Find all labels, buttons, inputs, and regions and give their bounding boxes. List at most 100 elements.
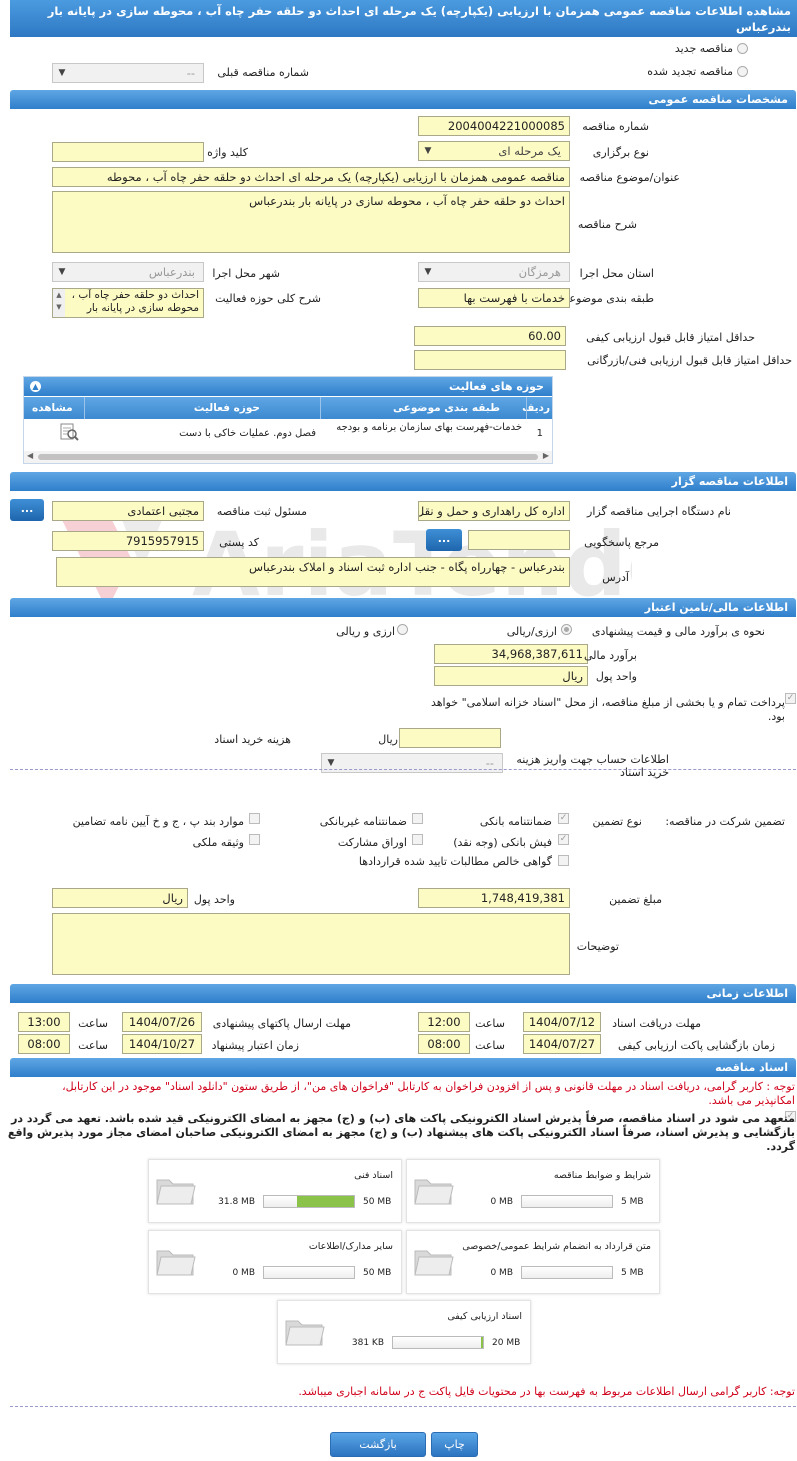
file-card-other[interactable]: سایر مدارک/اطلاعات 50 MB 0 MB: [148, 1230, 402, 1294]
nonbank-checkbox[interactable]: [412, 813, 423, 824]
desc-field[interactable]: احداث دو حلقه حفر چاه آب ، محوطه سازی در…: [52, 191, 570, 253]
doc-cost-unit: ریال: [378, 733, 398, 746]
keyword-label: کلید واژه: [207, 146, 248, 159]
bank-checkbox[interactable]: ✓: [558, 813, 569, 824]
view-icon[interactable]: [58, 422, 80, 442]
section-documents: اسناد مناقصه: [10, 1058, 796, 1077]
city-select[interactable]: بندرعباس ▼: [52, 262, 204, 282]
type-select[interactable]: یک مرحله ای ▼: [418, 141, 570, 161]
radio-renewed-tender[interactable]: [737, 66, 748, 77]
table-scrollbar[interactable]: ◀ ▶: [24, 451, 552, 463]
cash-checkbox[interactable]: ✓: [558, 834, 569, 845]
guarantee-label: تضمین شرکت در مناقصه:: [665, 815, 785, 828]
treasury-checkbox[interactable]: ✓: [785, 693, 796, 704]
folder-icon: [156, 1179, 196, 1205]
time-label: ساعت: [78, 1017, 108, 1030]
validity-time[interactable]: 08:00: [18, 1034, 70, 1054]
file-card-terms[interactable]: شرایط و ضوابط مناقصه 5 MB 0 MB: [406, 1159, 660, 1223]
progress-bar: [521, 1266, 613, 1279]
guarantee-unit-label: واحد پول: [193, 893, 235, 906]
file-card-quality[interactable]: اسناد ارزیابی کیفی 20 MB 381 KB: [277, 1300, 531, 1364]
guarantee-unit-field[interactable]: ریال: [52, 888, 188, 908]
category-field[interactable]: خدمات با فهرست بها: [418, 288, 570, 308]
cert-label: گواهی خالص مطالبات تایید شده قراردادها: [358, 855, 552, 868]
min-quality-label: حداقل امتیاز قابل قبول ارزیابی کیفی: [586, 331, 755, 344]
doc-deadline-label: مهلت دریافت اسناد: [612, 1017, 701, 1030]
min-tech-label: حداقل امتیاز قابل قبول ارزیابی فنی/بازرگ…: [587, 354, 792, 367]
nonbank-label: ضمانتنامه غیربانکی: [319, 815, 407, 828]
guarantee-type-label: نوع تضمین: [592, 815, 642, 828]
resp-select-button[interactable]: ...: [10, 499, 44, 521]
back-button[interactable]: بازگشت: [330, 1432, 426, 1457]
guarantee-amount-label: مبلغ تضمین: [609, 893, 662, 906]
prev-number-select[interactable]: -- ▼: [52, 63, 204, 83]
chevron-down-icon: ▼: [424, 267, 432, 277]
open-label: زمان بازگشایی پاکت ارزیابی کیفی: [617, 1039, 775, 1052]
ref-label: مرجع پاسخگویی: [584, 536, 659, 549]
items-label: موارد بند پ ، ج و خ آیین نامه تضامین: [72, 815, 244, 828]
section-general: مشخصات مناقصه عمومی: [10, 90, 796, 109]
keyword-field[interactable]: [52, 142, 204, 162]
folder-icon: [285, 1320, 325, 1346]
validity-date[interactable]: 1404/10/27: [122, 1034, 202, 1054]
cert-checkbox[interactable]: [558, 855, 569, 866]
org-field[interactable]: اداره کل راهداری و حمل و نقل: [418, 501, 570, 521]
open-time[interactable]: 08:00: [418, 1034, 470, 1054]
radio-currency-and-rial-label: ارزی و ریالی: [336, 625, 395, 638]
scope-field[interactable]: احداث دو حلقه حفر چاه آب ، محوطه سازی در…: [52, 288, 204, 318]
address-field[interactable]: بندرعباس - چهارراه پگاه - جنب اداره ثبت …: [56, 557, 570, 587]
bonds-checkbox[interactable]: [412, 834, 423, 845]
radio-new-tender[interactable]: [737, 43, 748, 54]
desc-label: شرح مناقصه: [577, 218, 637, 231]
subject-field[interactable]: مناقصه عمومی همزمان با ارزیابی (یکپارچه)…: [52, 167, 570, 187]
scope-label: شرح کلی حوزه فعالیت: [215, 292, 321, 305]
radio-currency-rial[interactable]: [561, 624, 572, 635]
property-checkbox[interactable]: [249, 834, 260, 845]
divider: [10, 1406, 796, 1407]
print-button[interactable]: چاپ: [431, 1432, 478, 1457]
progress-bar: [521, 1195, 613, 1208]
row-category: خدمات-فهرست بهای سازمان برنامه و بودجه: [336, 422, 522, 433]
estimate-field[interactable]: 34,968,387,611: [434, 644, 588, 664]
scrollbar[interactable]: ▲ ▼: [53, 289, 65, 317]
table-row: 1 خدمات-فهرست بهای سازمان برنامه و بودجه…: [24, 419, 552, 447]
address-label: آدرس: [602, 571, 629, 584]
file-card-technical[interactable]: اسناد فنی 50 MB 31.8 MB: [148, 1159, 402, 1223]
doc-deadline-time[interactable]: 12:00: [418, 1012, 470, 1032]
radio-currency-and-rial[interactable]: [397, 624, 408, 635]
ref-select-button[interactable]: ...: [426, 529, 462, 551]
min-tech-field[interactable]: [414, 350, 566, 370]
footer-notice: توجه: کاربر گرامی ارسال اطلاعات مربوط به…: [298, 1385, 795, 1398]
progress-bar: [392, 1336, 484, 1349]
account-select[interactable]: -- ▼: [321, 753, 503, 773]
category-label: طبقه بندی موضوعی: [560, 292, 654, 305]
validity-label: زمان اعتبار پیشنهاد: [211, 1039, 299, 1052]
open-date[interactable]: 1404/07/27: [523, 1034, 601, 1054]
activity-header: حوزه های فعالیت: [24, 377, 552, 396]
province-select[interactable]: هرمزگان ▼: [418, 262, 570, 282]
resp-field[interactable]: مجتبی اعتمادی: [52, 501, 204, 521]
collapse-icon[interactable]: ▲: [30, 381, 41, 392]
send-deadline-date[interactable]: 1404/07/26: [122, 1012, 202, 1032]
file-card-contract[interactable]: متن قرارداد به انضمام شرایط عمومی/خصوصی …: [406, 1230, 660, 1294]
guarantee-amount-field[interactable]: 1,748,419,381: [418, 888, 570, 908]
section-organizer: اطلاعات مناقصه گزار: [10, 472, 796, 491]
org-label: نام دستگاه اجرایی مناقصه گزار: [587, 505, 731, 518]
min-quality-field[interactable]: 60.00: [414, 326, 566, 346]
time-label: ساعت: [475, 1017, 505, 1030]
send-deadline-time[interactable]: 13:00: [18, 1012, 70, 1032]
unit-field[interactable]: ریال: [434, 666, 588, 686]
cash-label: فیش بانکی (وجه نقد): [453, 836, 552, 849]
file-name: شرایط و ضوابط مناقصه: [553, 1170, 651, 1181]
download-notice: توجه : کاربر گرامی، دریافت اسناد در مهلت…: [62, 1080, 795, 1107]
postal-field[interactable]: 7915957915: [52, 531, 204, 551]
items-checkbox[interactable]: [249, 813, 260, 824]
notes-field[interactable]: [52, 913, 570, 975]
number-field[interactable]: 2004004221000085: [418, 116, 570, 136]
time-label: ساعت: [78, 1039, 108, 1052]
ref-field[interactable]: [468, 530, 570, 550]
page-title: مشاهده اطلاعات مناقصه عمومی همزمان با ار…: [10, 0, 797, 37]
doc-deadline-date[interactable]: 1404/07/12: [523, 1012, 601, 1032]
resp-label: مسئول ثبت مناقصه: [216, 505, 307, 518]
doc-cost-field[interactable]: [399, 728, 501, 748]
